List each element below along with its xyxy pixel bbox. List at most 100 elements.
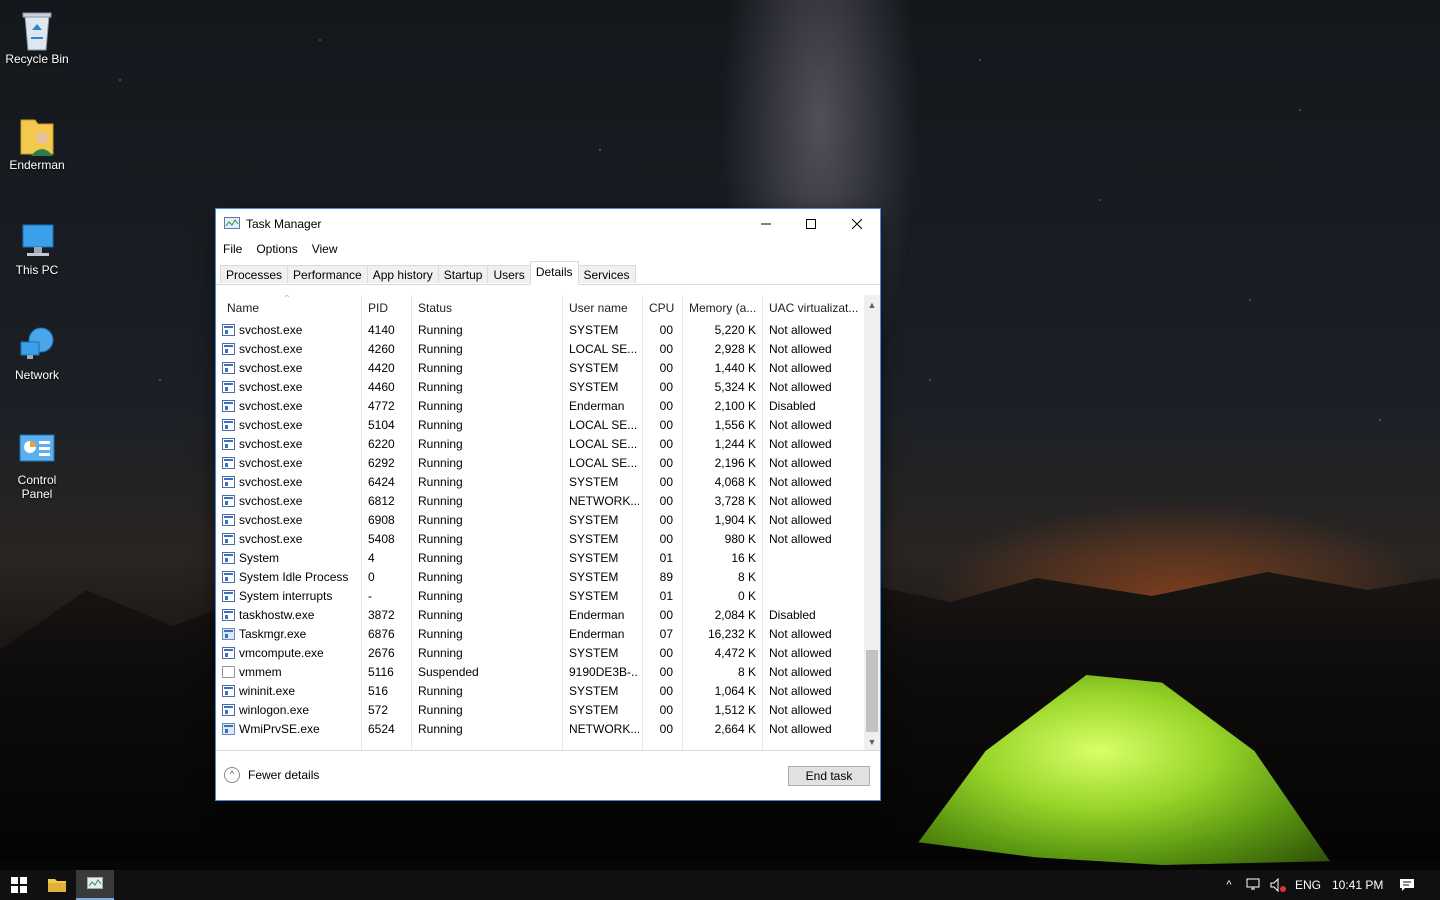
cell-status: Running bbox=[418, 361, 463, 375]
process-icon bbox=[222, 552, 235, 564]
action-center-button[interactable] bbox=[1390, 870, 1424, 900]
cell-cpu: 89 bbox=[659, 570, 673, 584]
process-icon bbox=[222, 609, 235, 621]
column-header-uac[interactable]: UAC virtualizat... bbox=[763, 295, 864, 321]
table-row[interactable]: wininit.exe 516 Running SYSTEM 00 1,064 K Not … bbox=[216, 682, 864, 701]
tab-services[interactable]: Services bbox=[577, 265, 636, 283]
tab-users[interactable]: Users bbox=[487, 265, 531, 283]
scrollbar-thumb[interactable] bbox=[866, 650, 878, 732]
column-header-cpu[interactable]: CPU bbox=[643, 295, 683, 321]
table-row[interactable]: svchost.exe 4260 Running LOCAL SE... 00 2,928… bbox=[216, 340, 864, 359]
input-language[interactable]: ENG bbox=[1295, 870, 1321, 900]
table-row[interactable]: vmcompute.exe 2676 Running SYSTEM 00 4,472 K N… bbox=[216, 644, 864, 663]
cell-mem: 980 K bbox=[724, 532, 756, 546]
table-row[interactable]: svchost.exe 6220 Running LOCAL SE... 00 1,244… bbox=[216, 435, 864, 454]
cell-user: SYSTEM bbox=[569, 532, 619, 546]
network-tray-button[interactable] bbox=[1242, 870, 1266, 900]
process-icon bbox=[222, 723, 235, 735]
table-row[interactable]: svchost.exe 4772 Running Enderman 00 2,100 K D… bbox=[216, 397, 864, 416]
table-row[interactable]: svchost.exe 6812 Running NETWORK... 00 3,728 … bbox=[216, 492, 864, 511]
recycle-bin-icon bbox=[17, 8, 57, 51]
column-header-pid[interactable]: PID bbox=[362, 295, 412, 321]
cell-user: Enderman bbox=[569, 627, 625, 641]
table-row[interactable]: svchost.exe 4140 Running SYSTEM 00 5,220 K Not… bbox=[216, 321, 864, 340]
cell-user: SYSTEM bbox=[569, 323, 619, 337]
cell-name: WmiPrvSE.exe bbox=[239, 722, 320, 736]
close-button[interactable] bbox=[834, 209, 880, 239]
cell-name: svchost.exe bbox=[239, 437, 303, 451]
process-icon bbox=[222, 647, 235, 659]
start-button[interactable] bbox=[0, 870, 38, 900]
table-row[interactable]: svchost.exe 5408 Running SYSTEM 00 980 K Not a… bbox=[216, 530, 864, 549]
desktop-icon-this-pc[interactable]: This PC bbox=[4, 219, 70, 277]
desktop-icon-recycle-bin[interactable]: Recycle Bin bbox=[4, 8, 70, 66]
process-icon bbox=[222, 324, 235, 336]
menu-options[interactable]: Options bbox=[256, 242, 297, 256]
clock[interactable]: 10:41 PM bbox=[1332, 870, 1383, 900]
desktop-icon-network[interactable]: Network bbox=[4, 324, 70, 382]
cell-cpu: 00 bbox=[659, 418, 673, 432]
cell-status: Running bbox=[418, 437, 463, 451]
minimize-button[interactable] bbox=[743, 209, 789, 239]
taskbar-task-manager[interactable] bbox=[76, 870, 114, 900]
column-header-user-name[interactable]: User name bbox=[563, 295, 643, 321]
table-row[interactable]: svchost.exe 4460 Running SYSTEM 00 5,324 K Not… bbox=[216, 378, 864, 397]
cell-mem: 1,904 K bbox=[714, 513, 756, 527]
cell-cpu: 00 bbox=[659, 361, 673, 375]
table-row[interactable]: System Idle Process 0 Running SYSTEM 89 8 K bbox=[216, 568, 864, 587]
process-icon bbox=[222, 476, 235, 488]
cell-pid: 4 bbox=[368, 551, 375, 565]
cell-cpu: 00 bbox=[659, 722, 673, 736]
column-header-name[interactable]: Name bbox=[221, 295, 362, 321]
fewer-details-button[interactable]: ^ Fewer details bbox=[224, 767, 319, 783]
cell-user: SYSTEM bbox=[569, 684, 619, 698]
tab-processes[interactable]: Processes bbox=[220, 265, 289, 283]
table-row[interactable]: System interrupts - Running SYSTEM 01 0 K bbox=[216, 587, 864, 606]
menu-view[interactable]: View bbox=[312, 242, 338, 256]
show-hidden-icons-button[interactable]: ^ bbox=[1216, 870, 1242, 900]
table-row[interactable]: winlogon.exe 572 Running SYSTEM 00 1,512 K Not… bbox=[216, 701, 864, 720]
vertical-scrollbar[interactable]: ▲ ▼ bbox=[864, 295, 880, 750]
table-row[interactable]: svchost.exe 6908 Running SYSTEM 00 1,904 K Not… bbox=[216, 511, 864, 530]
folder-icon bbox=[48, 879, 66, 892]
maximize-button[interactable] bbox=[788, 209, 834, 239]
cell-cpu: 00 bbox=[659, 513, 673, 527]
table-row[interactable]: taskhostw.exe 3872 Running Enderman 00 2,084 … bbox=[216, 606, 864, 625]
table-row[interactable]: svchost.exe 6292 Running LOCAL SE... 00 2,196… bbox=[216, 454, 864, 473]
cell-name: svchost.exe bbox=[239, 494, 303, 508]
table-row[interactable]: Taskmgr.exe 6876 Running Enderman 07 16,232 K… bbox=[216, 625, 864, 644]
volume-tray-button[interactable] bbox=[1266, 870, 1290, 900]
desktop-icon-control-panel[interactable]: Control Panel bbox=[4, 429, 70, 501]
desktop-icon-enderman[interactable]: Enderman bbox=[4, 114, 70, 172]
scroll-down-icon[interactable]: ▼ bbox=[864, 734, 880, 750]
sort-ascending-icon: ^ bbox=[285, 295, 289, 302]
column-header-status[interactable]: Status bbox=[412, 295, 563, 321]
process-icon bbox=[222, 381, 235, 393]
table-row[interactable]: svchost.exe 5104 Running LOCAL SE... 00 1,556… bbox=[216, 416, 864, 435]
table-header: Name ^ PID Status User name CPU Memory (… bbox=[216, 295, 864, 321]
desktop-icon-label: This PC bbox=[15, 263, 59, 277]
tab-startup[interactable]: Startup bbox=[437, 265, 489, 283]
taskbar-file-explorer[interactable] bbox=[38, 870, 76, 900]
table-row[interactable]: vmmem 5116 Suspended 9190DE3B-... 00 8 K Not a… bbox=[216, 663, 864, 682]
tab-performance[interactable]: Performance bbox=[287, 265, 368, 283]
footer: ^ Fewer details End task bbox=[216, 750, 880, 801]
title-bar[interactable]: Task Manager bbox=[216, 209, 880, 239]
tab-details[interactable]: Details bbox=[529, 261, 579, 285]
cell-status: Running bbox=[418, 399, 463, 413]
user-folder-icon bbox=[17, 114, 57, 156]
menu-bar: File Options View bbox=[216, 239, 880, 259]
column-header-memory[interactable]: Memory (a... bbox=[683, 295, 763, 321]
table-row[interactable]: WmiPrvSE.exe 6524 Running NETWORK... 00 2,664… bbox=[216, 720, 864, 739]
menu-file[interactable]: File bbox=[223, 242, 242, 256]
cell-status: Running bbox=[418, 418, 463, 432]
table-row[interactable]: System 4 Running SYSTEM 01 16 K bbox=[216, 549, 864, 568]
table-row[interactable]: svchost.exe 6424 Running SYSTEM 00 4,068 K Not… bbox=[216, 473, 864, 492]
end-task-button[interactable]: End task bbox=[788, 766, 870, 786]
table-row[interactable]: svchost.exe 4420 Running SYSTEM 00 1,440 K Not… bbox=[216, 359, 864, 378]
close-icon bbox=[852, 219, 862, 229]
scroll-up-icon[interactable]: ▲ bbox=[864, 297, 880, 313]
cell-mem: 16 K bbox=[731, 551, 756, 565]
tab-app-history[interactable]: App history bbox=[366, 265, 439, 283]
cell-mem: 1,244 K bbox=[714, 437, 756, 451]
